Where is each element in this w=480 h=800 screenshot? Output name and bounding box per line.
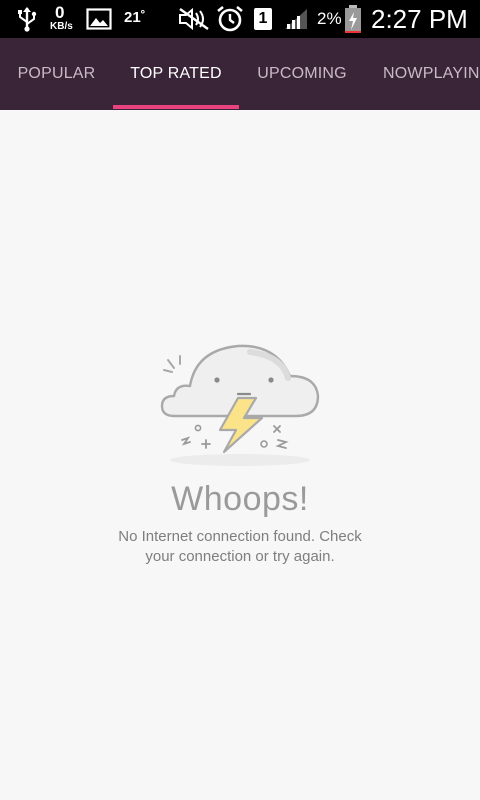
usb-icon — [16, 0, 38, 38]
battery-percent: 2% — [317, 9, 342, 28]
category-tab-bar: POPULAR TOP RATED UPCOMING NOWPLAYING — [0, 38, 480, 110]
alarm-icon — [216, 0, 244, 38]
active-tab-indicator — [113, 105, 239, 109]
network-speed-value: 0 — [55, 3, 65, 22]
storm-cloud-icon — [150, 332, 330, 477]
empty-state: Whoops! No Internet connection found. Ch… — [0, 110, 480, 800]
tab-top-rated[interactable]: TOP RATED — [113, 38, 239, 110]
tab-now-playing[interactable]: NOWPLAYING — [365, 38, 480, 110]
temperature: 21˚ — [124, 9, 146, 26]
image-icon — [86, 0, 112, 38]
tab-popular[interactable]: POPULAR — [0, 38, 113, 110]
clock: 2:27 PM — [371, 4, 468, 34]
status-bar: 0 KB/s 21˚ 1 2% 2:27 PM — [0, 0, 480, 38]
network-speed-unit: KB/s — [50, 21, 73, 32]
tab-upcoming[interactable]: UPCOMING — [239, 38, 365, 110]
error-message-line-1: No Internet connection found. Check — [118, 528, 362, 545]
sim-slot-indicator: 1 — [254, 8, 272, 30]
signal-icon — [283, 0, 309, 38]
error-message-line-2: your connection or try again. — [145, 548, 335, 565]
battery-icon — [343, 0, 363, 38]
error-title: Whoops! — [171, 480, 309, 518]
mute-icon — [178, 0, 210, 38]
